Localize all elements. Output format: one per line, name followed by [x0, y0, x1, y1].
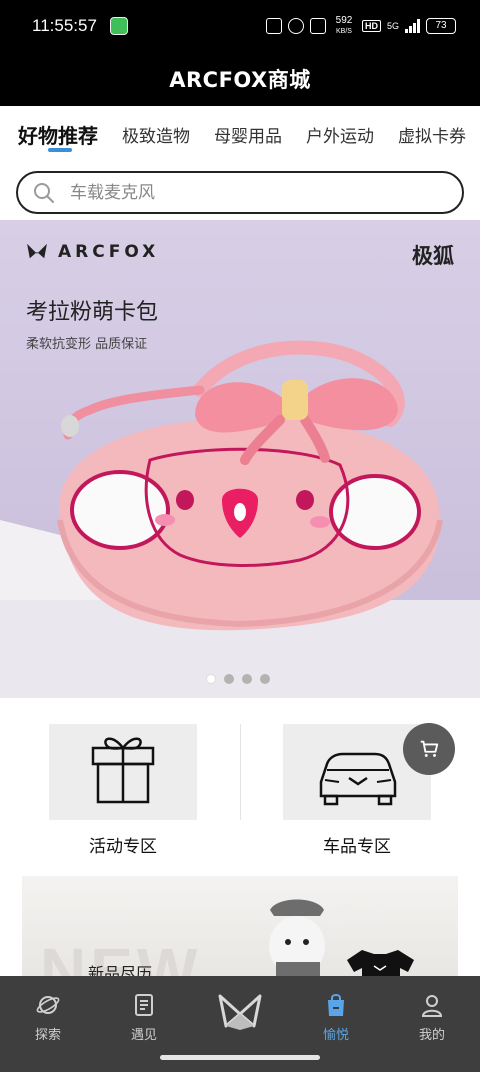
page-title: ARCFOX商城: [169, 68, 311, 92]
profile-icon: [421, 995, 443, 1017]
koala-card-bag-image: [57, 340, 443, 631]
new-arrivals-card[interactable]: NEW 新品尽历: [22, 876, 458, 986]
cart-icon: [420, 740, 439, 757]
arcfox-brand-logo: ARCFOX: [26, 242, 159, 262]
floating-cart-button[interactable]: [403, 723, 455, 775]
search-icon: [34, 182, 54, 203]
tab-outdoor-sports[interactable]: 户外运动: [306, 122, 374, 147]
network-speed: 592 KB/S: [332, 14, 356, 37]
nav-mine-label: 我的: [418, 1028, 445, 1043]
carousel-dot[interactable]: [224, 674, 234, 684]
gift-icon: [91, 737, 155, 804]
gesture-home-indicator[interactable]: [160, 1055, 320, 1060]
banner-subtitle: 柔软抗变形 品质保证: [26, 337, 148, 352]
network-type: 5G: [386, 21, 399, 31]
brand-name-cn: 极狐: [412, 244, 454, 268]
net-speed-unit: KB/S: [336, 27, 352, 35]
carousel-indicator: [206, 674, 270, 684]
status-bar: 11:55:57 592 KB/S HD 5G 73: [0, 0, 480, 52]
nav-pleasure-label: 愉悦: [322, 1028, 349, 1043]
nav-mine[interactable]: 我的: [392, 992, 472, 1043]
search-bar[interactable]: [16, 171, 464, 214]
carousel-dot[interactable]: [206, 674, 216, 684]
category-tabs: 好物推荐 极致造物 母婴用品 户外运动 虚拟卡券: [0, 106, 480, 162]
document-icon: [135, 994, 153, 1016]
tab-mother-baby[interactable]: 母婴用品: [214, 122, 282, 147]
search-input[interactable]: [70, 182, 430, 203]
nav-pleasure[interactable]: 愉悦: [296, 992, 376, 1043]
arcfox-logo-icon: [27, 243, 47, 259]
app-notification-icon: [110, 17, 128, 35]
nav-explore-label: 探索: [34, 1028, 61, 1043]
alarm-icon: [287, 18, 304, 34]
nav-encounter[interactable]: 遇见: [104, 992, 184, 1043]
brand-wordmark: ARCFOX: [58, 242, 160, 262]
promo-banner[interactable]: ARCFOX 极狐 考拉粉萌卡包 柔软抗变形 品质保证: [0, 220, 480, 698]
carousel-dot[interactable]: [260, 674, 270, 684]
activity-zone-label[interactable]: 活动专区: [49, 832, 197, 857]
battery-level: 73: [435, 20, 447, 31]
banner-title: 考拉粉萌卡包: [26, 300, 159, 325]
hd-badge: HD: [361, 20, 381, 32]
activity-zone-tile[interactable]: [49, 724, 197, 820]
tiles-divider: [240, 724, 241, 820]
nav-encounter-label: 遇见: [130, 1028, 157, 1043]
shopping-bag-icon: [328, 994, 344, 1016]
app-header: ARCFOX商城: [0, 52, 480, 106]
status-icons: 592 KB/S HD 5G 73: [265, 14, 456, 38]
signal-icon: [405, 19, 420, 33]
tab-virtual-vouchers[interactable]: 虚拟卡券: [398, 122, 466, 147]
arcfox-logo-icon: [218, 994, 262, 1030]
nav-home[interactable]: [216, 992, 264, 1036]
tab-premium-goods[interactable]: 极致造物: [122, 122, 190, 147]
nav-explore[interactable]: 探索: [8, 992, 88, 1043]
tab-active-indicator: [48, 148, 72, 152]
battery-icon: 73: [426, 18, 456, 34]
net-speed-value: 592: [335, 14, 353, 26]
vibrate-icon: [309, 18, 326, 34]
status-time: 11:55:57: [32, 16, 97, 35]
car-products-label[interactable]: 车品专区: [283, 832, 431, 857]
nfc-icon: [265, 18, 282, 34]
carousel-dot[interactable]: [242, 674, 252, 684]
planet-icon: [36, 996, 60, 1014]
tab-recommended[interactable]: 好物推荐: [18, 120, 98, 149]
